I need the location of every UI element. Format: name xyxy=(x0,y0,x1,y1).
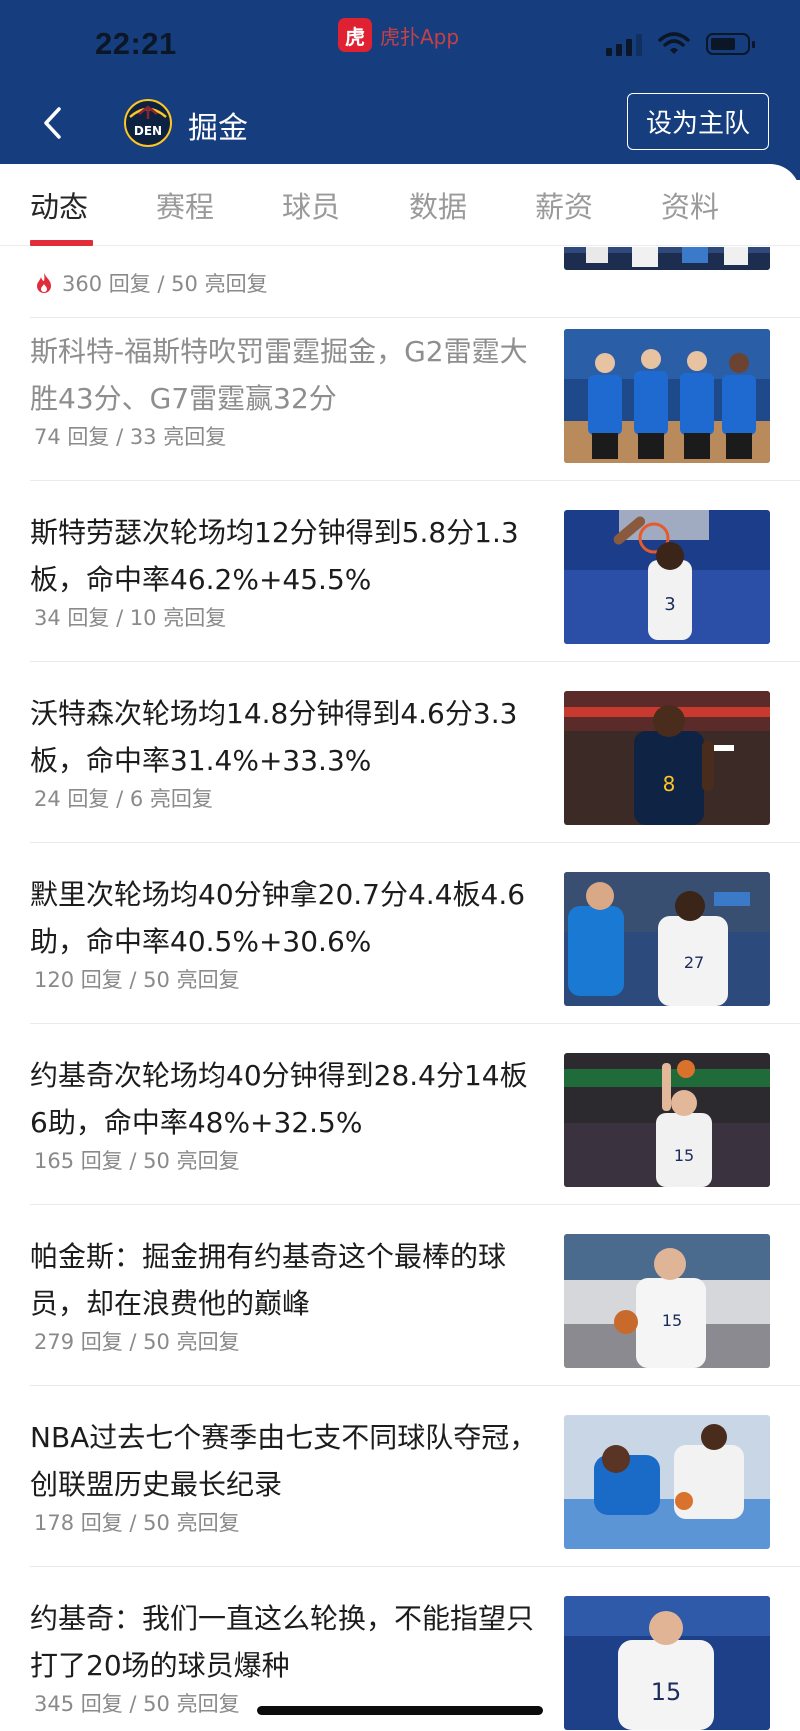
row-divider xyxy=(30,480,800,481)
news-title: 帕金斯：掘金拥有约基奇这个最棒的球员，却在浪费他的巅峰 xyxy=(30,1240,507,1320)
team-name: 掘金 xyxy=(188,111,248,146)
chevron-left-icon xyxy=(44,107,61,139)
tab-bar: 动态 赛程 球员 数据 薪资 资料 xyxy=(0,164,800,246)
reply-count: 360 回复 / 50 亮回复 xyxy=(62,272,268,296)
news-thumbnail[interactable] xyxy=(564,247,770,270)
tab-players[interactable]: 球员 xyxy=(282,184,340,226)
news-thumbnail[interactable] xyxy=(564,329,770,463)
news-feed[interactable]: 360 回复 / 50 亮回复 斯科特-福斯特吹罚雷霆掘金，G2雷霆大胜43分、… xyxy=(0,247,800,1731)
svg-text:15: 15 xyxy=(651,1678,682,1706)
news-title: 默里次轮场均40分钟拿20.7分4.4板4.6助，命中率40.5%+30.6% xyxy=(30,878,526,958)
row-divider xyxy=(30,317,800,318)
row-divider xyxy=(30,1204,800,1205)
news-title: 斯科特-福斯特吹罚雷霆掘金，G2雷霆大胜43分、G7雷霆赢32分 xyxy=(30,335,528,415)
tab-schedule[interactable]: 赛程 xyxy=(156,184,214,226)
reply-stats: 360 回复 / 50 亮回复 xyxy=(34,268,268,298)
svg-text:15: 15 xyxy=(662,1311,682,1330)
row-divider xyxy=(30,1385,800,1386)
wifi-icon xyxy=(658,32,690,54)
tab-profile[interactable]: 资料 xyxy=(661,184,719,226)
row-divider xyxy=(30,842,800,843)
status-time: 22:21 xyxy=(95,26,177,61)
active-tab-indicator xyxy=(30,240,93,246)
team-logo-text: DEN xyxy=(134,124,162,138)
svg-text:27: 27 xyxy=(684,953,704,972)
home-indicator[interactable] xyxy=(257,1706,543,1715)
row-divider xyxy=(30,1023,800,1024)
status-icons xyxy=(606,32,755,56)
svg-text:3: 3 xyxy=(664,594,675,615)
reply-stats: 120 回复 / 50 亮回复 xyxy=(34,968,240,992)
hot-fire-icon xyxy=(37,273,51,293)
news-title: NBA过去七个赛季由七支不同球队夺冠，创联盟历史最长纪录 xyxy=(30,1421,538,1501)
svg-text:8: 8 xyxy=(663,772,676,796)
hupu-app-icon: 虎 xyxy=(338,18,372,52)
nuggets-logo-icon: DEN xyxy=(124,99,172,147)
news-thumbnail[interactable]: 15 xyxy=(564,1596,770,1730)
reply-stats: 279 回复 / 50 亮回复 xyxy=(34,1330,240,1354)
news-thumbnail[interactable]: 27 xyxy=(564,872,770,1006)
news-title: 约基奇：我们一直这么轮换，不能指望只打了20场的球员爆种 xyxy=(30,1602,535,1682)
news-thumbnail[interactable]: 15 xyxy=(564,1053,770,1187)
reply-stats: 74 回复 / 33 亮回复 xyxy=(34,425,227,449)
news-title: 约基奇次轮场均40分钟得到28.4分14板6助，命中率48%+32.5% xyxy=(30,1059,528,1139)
reply-stats: 345 回复 / 50 亮回复 xyxy=(34,1692,240,1716)
set-home-team-button[interactable]: 设为主队 xyxy=(627,93,769,150)
news-thumbnail[interactable]: 15 xyxy=(564,1234,770,1368)
news-title: 斯特劳瑟次轮场均12分钟得到5.8分1.3板，命中率46.2%+45.5% xyxy=(30,516,519,596)
team-header: 22:21 虎 虎扑App DEN 掘金 设为主队 xyxy=(0,0,800,180)
app-name: 虎扑App xyxy=(380,24,460,49)
row-divider xyxy=(30,661,800,662)
news-title: 沃特森次轮场均14.8分钟得到4.6分3.3板，命中率31.4%+33.3% xyxy=(30,697,518,777)
svg-text:15: 15 xyxy=(674,1146,694,1165)
news-thumbnail[interactable] xyxy=(564,1415,770,1549)
row-divider xyxy=(30,1566,800,1567)
tab-news[interactable]: 动态 xyxy=(30,184,88,226)
news-thumbnail[interactable]: 3 xyxy=(564,510,770,644)
reply-stats: 165 回复 / 50 亮回复 xyxy=(34,1149,240,1173)
app-return-badge[interactable]: 虎 虎扑App xyxy=(338,18,459,52)
tab-stats[interactable]: 数据 xyxy=(409,184,467,226)
battery-icon xyxy=(706,33,755,55)
cellular-signal-icon xyxy=(606,32,642,56)
reply-stats: 24 回复 / 6 亮回复 xyxy=(34,787,213,811)
reply-stats: 178 回复 / 50 亮回复 xyxy=(34,1511,240,1535)
news-thumbnail[interactable]: 8 xyxy=(564,691,770,825)
tab-salary[interactable]: 薪资 xyxy=(535,184,593,226)
reply-stats: 34 回复 / 10 亮回复 xyxy=(34,606,227,630)
back-button[interactable] xyxy=(32,98,72,148)
